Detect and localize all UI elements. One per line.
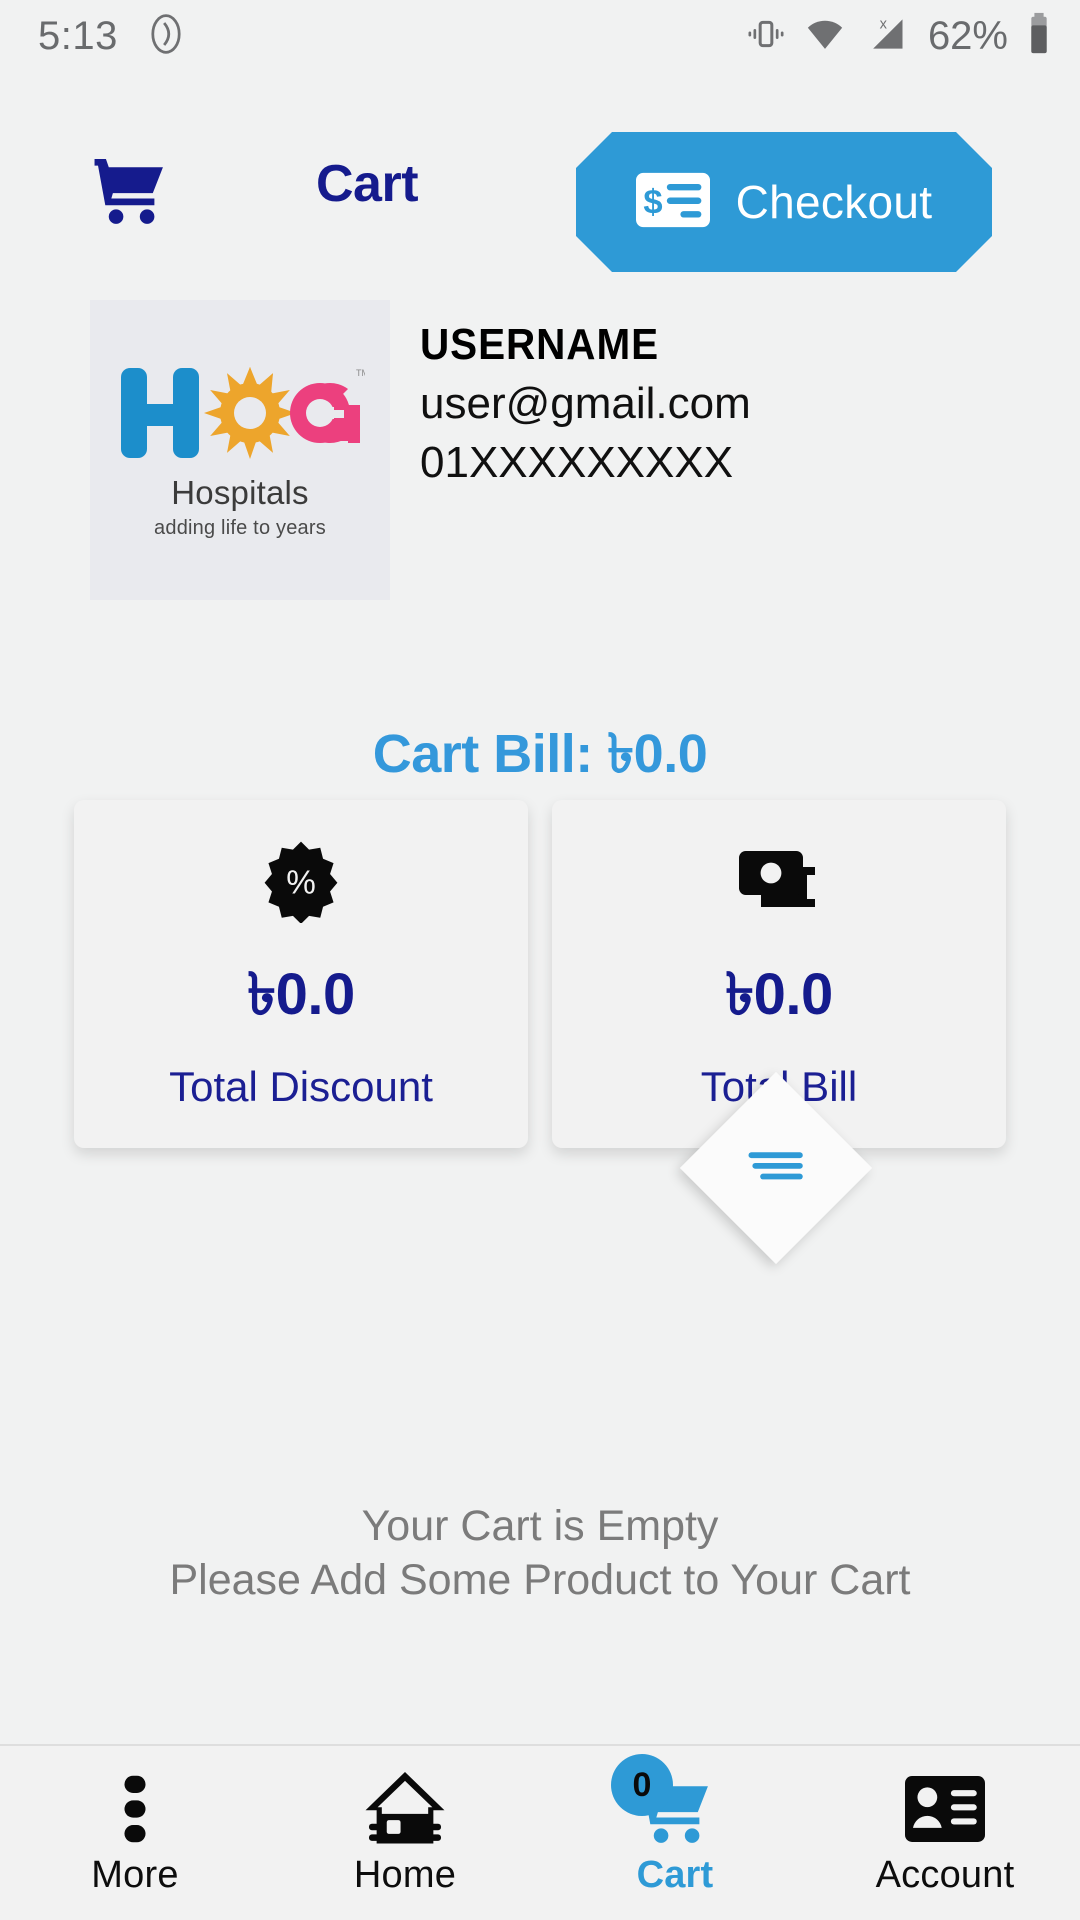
nav-label-home: Home [353,1854,457,1896]
nav-item-account[interactable]: Account [810,1770,1080,1897]
profile-phone: 01XXXXXXXXX [420,438,734,487]
menu-lines-icon [745,1148,807,1189]
hcg-logo-icon: TM [115,360,365,466]
svg-text:%: % [286,864,316,901]
total-discount-label: Total Discount [169,1062,433,1110]
logo-tagline: adding life to years [154,517,326,539]
page-header: Cart $ Checkout [0,128,1080,272]
bottom-navigation-bar: More Home 0 Cart Account [0,1744,1080,1920]
checkout-button-label: Checkout [735,176,933,228]
nav-label-more: More [91,1854,179,1896]
svg-text:TM: TM [356,368,365,378]
cellular-signal-no-sim-icon: x [864,12,908,61]
checkout-button[interactable]: $ Checkout [576,132,992,272]
svg-text:x: x [880,16,888,32]
battery-icon [1026,11,1052,62]
total-bill-value: ৳0.0 [725,961,833,1027]
three-dots-vertical-icon [121,1770,149,1848]
shopping-cart-icon [90,152,170,233]
total-discount-card[interactable]: % ৳0.0 Total Discount [74,800,528,1148]
hospital-logo-card: TM Hospitals adding life to years [90,300,390,600]
wifi-icon [804,13,846,60]
profile-info: USERNAME user@gmail.com 01XXXXXXXXX [420,320,751,488]
status-bar: 5:13 x 62% [0,0,1080,72]
shopping-cart-icon: 0 [611,1754,717,1848]
summary-cards: % ৳0.0 Total Discount ৳0.0 Total Bill [74,800,1006,1148]
logo-name: Hospitals [171,474,309,511]
empty-cart-title: Your Cart is Empty [361,1502,719,1550]
svg-text:$: $ [643,183,662,221]
id-card-icon [905,1770,985,1848]
status-bar-left: 5:13 [38,12,188,61]
empty-cart-message: Your Cart is Empty Please Add Some Produ… [0,1500,1080,1608]
battery-percentage: 62% [927,13,1008,58]
status-bar-right: x 62% [746,11,1052,62]
total-discount-value: ৳0.0 [247,961,355,1027]
nav-item-more[interactable]: More [0,1770,270,1897]
cart-badge-count: 0 [611,1754,673,1816]
page-title: Cart [316,155,419,213]
nav-label-cart: Cart [636,1854,714,1896]
nav-item-home[interactable]: Home [270,1770,540,1897]
cheque-dollar-icon: $ [635,172,710,233]
play-circle-icon [144,12,188,61]
nav-label-account: Account [875,1854,1015,1896]
discount-percent-badge-icon: % [259,838,343,924]
status-bar-clock: 5:13 [38,13,118,58]
home-icon [363,1770,447,1848]
banknote-money-icon [735,838,823,924]
profile-username: USERNAME [420,320,660,369]
vibrate-icon [746,14,786,59]
empty-cart-subtitle: Please Add Some Product to Your Cart [169,1555,911,1604]
nav-item-cart[interactable]: 0 Cart [540,1754,810,1897]
cart-bill-total: Cart Bill: ৳0.0 [372,724,708,784]
profile-email: user@gmail.com [420,379,751,428]
